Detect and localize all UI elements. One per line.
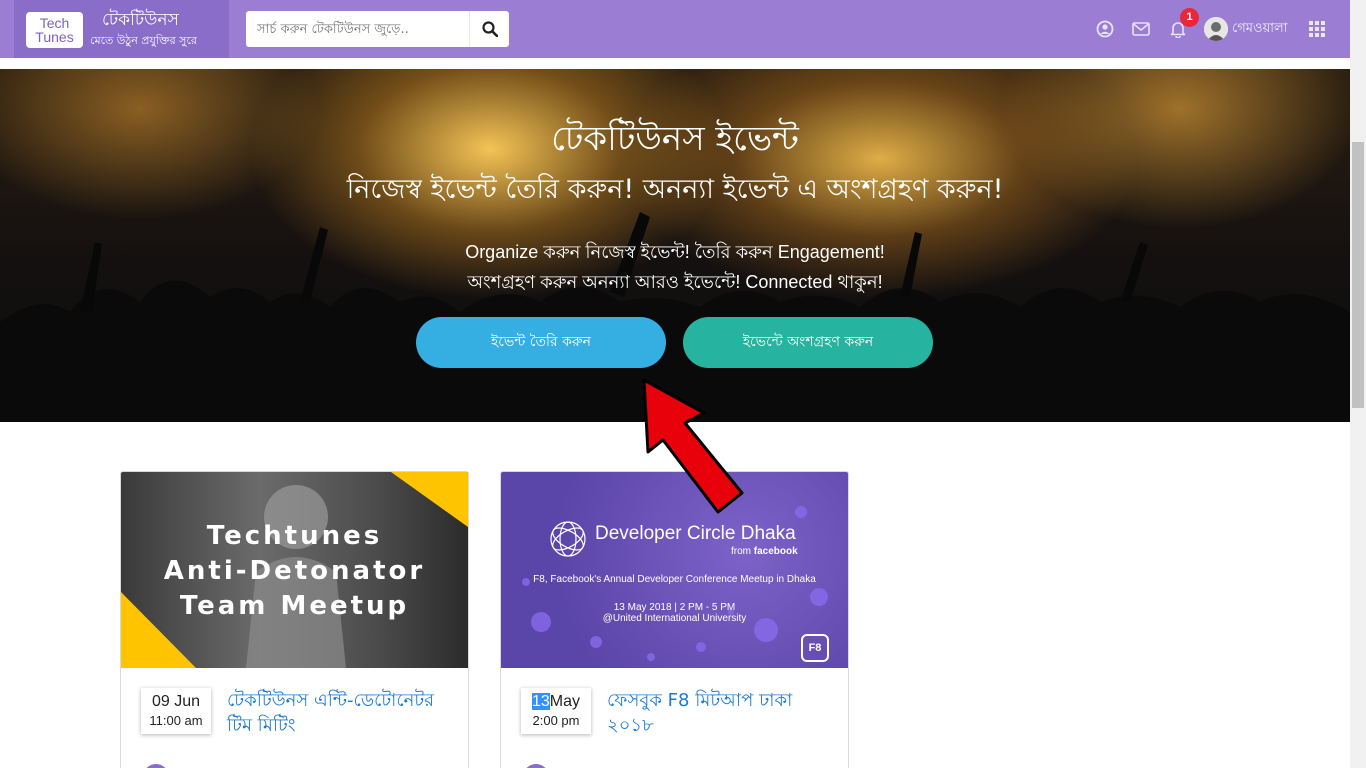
event-image-line1: Techtunes (206, 521, 383, 551)
event-image-line1: F8, Facebook's Annual Developer Conferen… (533, 574, 816, 585)
search-button[interactable] (469, 11, 509, 47)
scrollbar-thumb[interactable] (1352, 142, 1364, 408)
events-hero-banner: টেকটিউনস ইভেন্ট নিজেস্ব ইভেন্ট তৈরি করুন… (0, 69, 1350, 422)
event-time: 11:00 am (149, 713, 203, 728)
event-image-f8-badge: F8 (801, 634, 829, 662)
event-time: 2:00 pm (532, 713, 580, 728)
mail-icon[interactable] (1131, 19, 1151, 39)
event-image-brand: facebook (753, 546, 798, 557)
event-image[interactable]: Techtunes Anti-Detonator Team Meetup (121, 472, 468, 668)
hero-title: টেকটিউনস ইভেন্ট (551, 119, 799, 159)
search-input[interactable] (246, 11, 468, 47)
red-pointer-arrow-icon (642, 378, 744, 514)
event-date-box: 13May 2:00 pm (521, 688, 591, 734)
organizer-avatar[interactable] (143, 764, 169, 768)
hero-description-line2: অংশগ্রহণ করুন অনন্যা আরও ইভেন্টে! Connec… (467, 272, 883, 292)
brand-tagline: মেতে উঠুন প্রযুক্তির সুরে (90, 34, 197, 47)
create-event-button[interactable]: ইভেন্ট তৈরি করুন (416, 317, 666, 368)
search-icon (481, 21, 498, 37)
event-title-link[interactable]: টেকটিউনস এন্টি-ডেটোনেটর টিম মিটিং (227, 688, 457, 738)
notification-badge: 1 (1180, 8, 1199, 27)
event-image-line3: Team Meetup (179, 591, 410, 621)
brand-name: টেকটিউনস (102, 10, 179, 30)
organizer-avatar[interactable] (523, 764, 549, 768)
apps-grid-icon[interactable] (1309, 21, 1325, 37)
page-scrollbar[interactable] (1350, 0, 1366, 768)
event-date-month: May (549, 693, 581, 710)
event-image-line2: Anti-Detonator (163, 556, 426, 586)
event-image-title: Developer Circle Dhaka (595, 523, 796, 544)
logo-text-line1: Tech (39, 15, 70, 31)
hero-subtitle: নিজেস্ব ইভেন্ট তৈরি করুন! অনন্যা ইভেন্ট … (346, 174, 1004, 205)
event-date: 09 Jun (151, 693, 201, 710)
event-card[interactable]: Techtunes Anti-Detonator Team Meetup 09 … (120, 471, 469, 768)
hero-description: Organize করুন নিজেস্ব ইভেন্ট! তৈরি করুন … (0, 237, 1350, 297)
event-date: 13May (521, 692, 591, 712)
search-bar (246, 11, 509, 47)
event-date-box: 09 Jun 11:00 am (141, 688, 211, 734)
event-image-from-word: from (731, 546, 751, 557)
event-date-day: 13 (531, 693, 550, 710)
username[interactable]: গেমওয়ালা (1232, 20, 1287, 38)
site-logo[interactable]: Tech Tunes টেকটিউনস মেতে উঠুন প্রযুক্তির… (14, 0, 229, 58)
event-title-link[interactable]: ফেসবুক F8 মিটআপ ঢাকা ২০১৮ (607, 688, 837, 738)
logo-badge: Tech Tunes (26, 12, 83, 48)
join-event-button[interactable]: ইভেন্টে অংশগ্রহণ করুন (683, 317, 933, 368)
top-navbar: Tech Tunes টেকটিউনস মেতে উঠুন প্রযুক্তির… (0, 0, 1350, 58)
event-image-from: from facebook (731, 546, 798, 558)
logo-text-line2: Tunes (35, 29, 74, 45)
event-image-line3: @United International University (602, 613, 747, 624)
user-icon[interactable] (1095, 19, 1115, 39)
hero-description-line1: Organize করুন নিজেস্ব ইভেন্ট! তৈরি করুন … (465, 242, 885, 262)
avatar[interactable] (1204, 17, 1228, 41)
